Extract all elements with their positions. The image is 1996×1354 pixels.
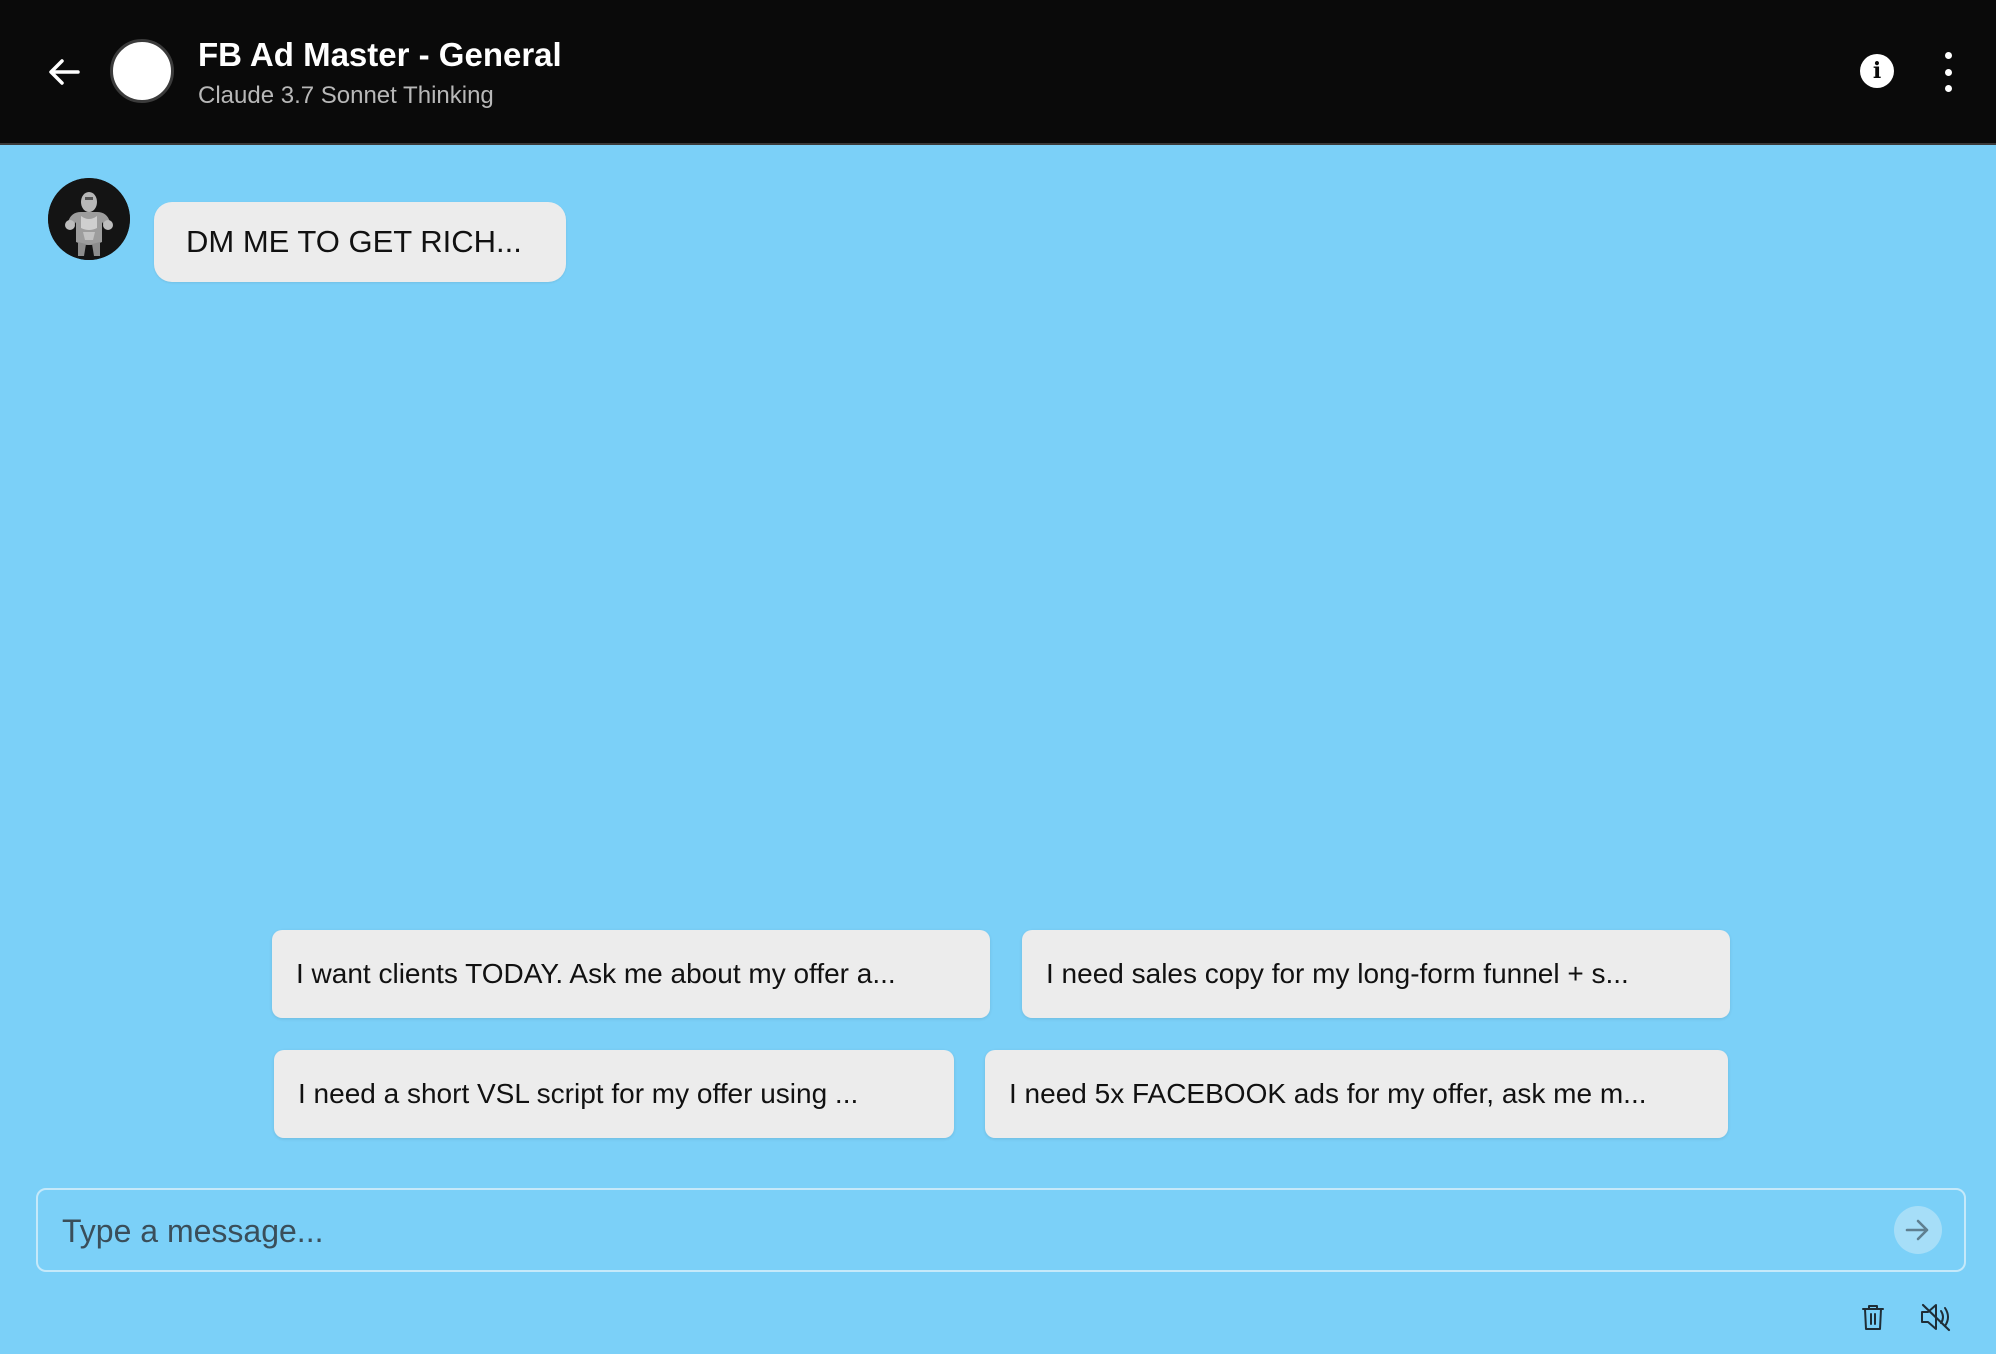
chat-title: FB Ad Master - General: [198, 36, 562, 73]
arrow-right-icon: [1905, 1219, 1929, 1241]
info-button[interactable]: i: [1860, 54, 1894, 88]
message-composer: [36, 1188, 1966, 1272]
model-name: Claude 3.7 Sonnet Thinking: [198, 82, 494, 109]
send-button[interactable]: [1894, 1206, 1942, 1254]
speaker-muted-icon: [1921, 1303, 1951, 1332]
more-vertical-icon: [1944, 52, 1952, 59]
arrow-left-icon: [49, 59, 80, 85]
mute-button[interactable]: [1918, 1300, 1954, 1334]
info-icon: i: [1872, 58, 1882, 84]
bot-message: DM ME TO GET RICH...: [154, 202, 566, 282]
trash-icon: [1862, 1305, 1884, 1330]
more-options-button[interactable]: [1930, 52, 1966, 92]
message-input[interactable]: [60, 1190, 1884, 1272]
suggestion-button[interactable]: I need sales copy for my long-form funne…: [1022, 930, 1730, 1018]
suggestion-button[interactable]: I want clients TODAY. Ask me about my of…: [272, 930, 990, 1018]
suggestion-button[interactable]: I need 5x FACEBOOK ads for my offer, ask…: [985, 1050, 1728, 1138]
delete-chat-button[interactable]: [1858, 1302, 1888, 1332]
bot-avatar: [48, 178, 130, 260]
agent-avatar: [110, 39, 174, 103]
back-button[interactable]: [40, 44, 88, 100]
suggestion-button[interactable]: I need a short VSL script for my offer u…: [274, 1050, 954, 1138]
robot-avatar-icon: [48, 178, 130, 260]
chat-header: FB Ad Master - General Claude 3.7 Sonnet…: [0, 0, 1996, 145]
